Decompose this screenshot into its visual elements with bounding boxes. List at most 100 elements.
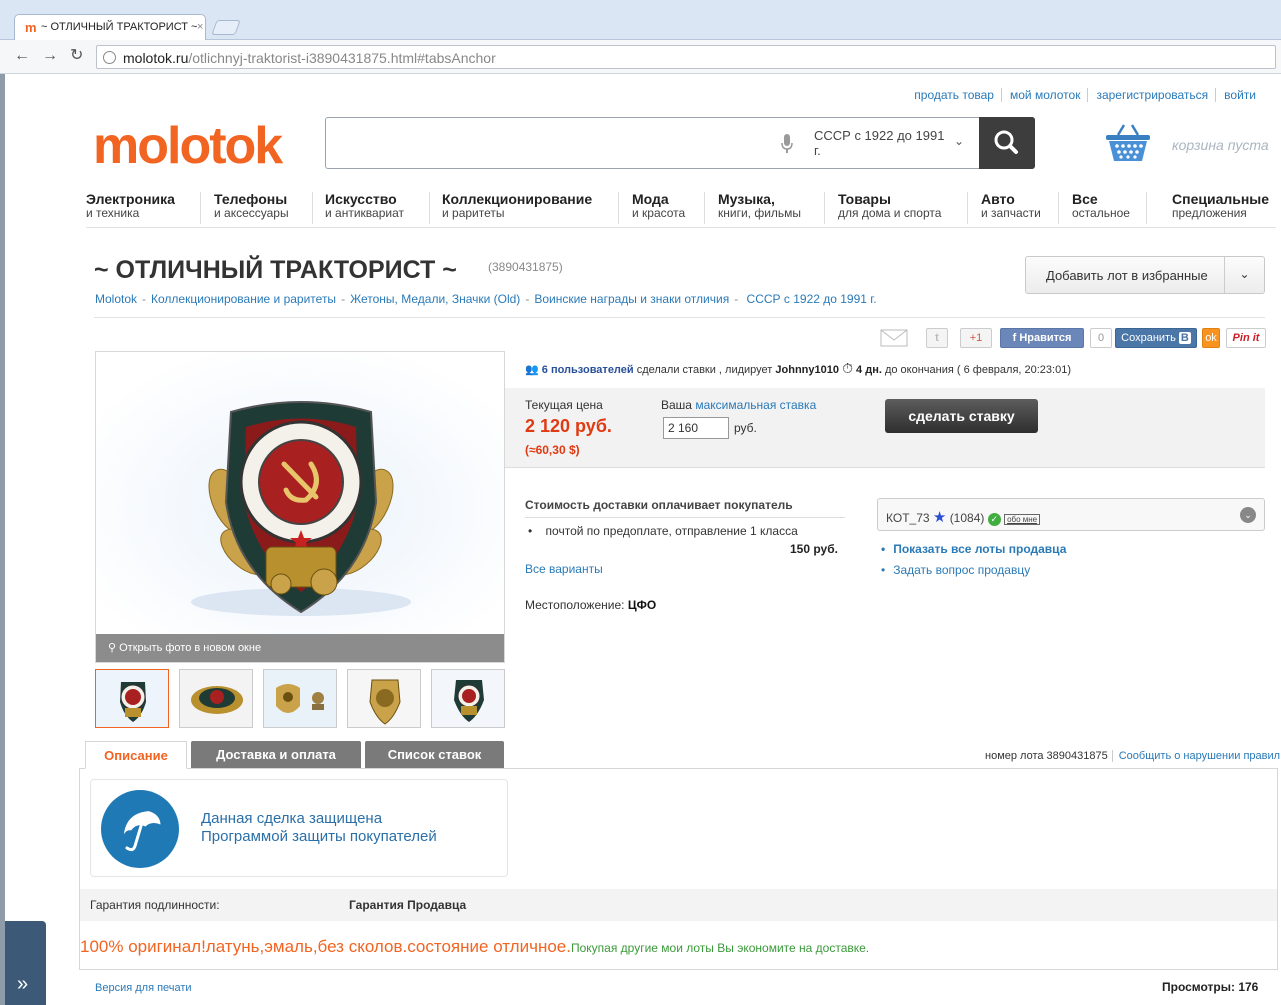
- chevron-down-icon[interactable]: ⌄: [954, 134, 964, 148]
- shipping-price: 150 руб.: [790, 542, 838, 556]
- pinit-button[interactable]: Pin it: [1226, 328, 1266, 348]
- users-icon: 👥: [525, 364, 539, 376]
- seller-rating: (1084): [949, 511, 985, 525]
- tab-description[interactable]: Описание: [85, 741, 187, 769]
- max-bid-link[interactable]: максимальная ставка: [695, 398, 816, 412]
- shipping-heading: Стоимость доставки оплачивает покупатель: [525, 498, 845, 518]
- close-icon[interactable]: ×: [197, 21, 203, 33]
- twitter-icon[interactable]: t: [926, 328, 948, 348]
- search-input[interactable]: [334, 130, 764, 156]
- new-tab-button[interactable]: [211, 20, 241, 35]
- url-path: /otlichnyj-traktorist-i3890431875.html#t…: [188, 50, 496, 66]
- sell-link[interactable]: продать товар: [906, 88, 994, 102]
- star-icon: ★: [932, 509, 947, 526]
- report-link[interactable]: Сообщить о нарушении правил: [1111, 750, 1281, 762]
- show-seller-lots-link[interactable]: Показать все лоты продавца: [881, 542, 1066, 556]
- breadcrumb-item[interactable]: Жетоны, Медали, Значки (Old): [350, 292, 520, 306]
- seller-box[interactable]: КОТ_73 ★ (1084) ✓ обо мне ⌄: [877, 498, 1265, 531]
- globe-icon: [103, 51, 116, 64]
- microphone-icon[interactable]: [781, 134, 793, 154]
- all-options-link[interactable]: Все варианты: [525, 562, 603, 576]
- breadcrumb-item[interactable]: СССР с 1922 до 1991 г.: [747, 292, 877, 306]
- search-button[interactable]: [979, 117, 1035, 169]
- breadcrumb-item[interactable]: Воинские награды и знаки отличия: [534, 292, 729, 306]
- category-phones[interactable]: Телефоны и аксессуары: [214, 192, 289, 220]
- verified-icon: ✓: [987, 513, 1001, 526]
- expand-panel-button[interactable]: »: [5, 921, 46, 1005]
- tab-shipping[interactable]: Доставка и оплата: [191, 741, 361, 769]
- browser-toolbar: ← → ↻ molotok.ru/otlichnyj-traktorist-i3…: [0, 40, 1281, 74]
- timer-icon: ⏱: [842, 360, 853, 376]
- category-other[interactable]: Все остальное: [1072, 192, 1130, 220]
- guarantee-value: Гарантия Продавца: [349, 898, 467, 912]
- umbrella-icon: [101, 790, 179, 868]
- search-box: СССР с 1922 до 1991 г. ⌄: [325, 117, 1035, 169]
- tab-bids[interactable]: Список ставок: [365, 741, 504, 769]
- open-photo-link[interactable]: ⚲ Открыть фото в новом окне: [96, 634, 504, 662]
- category-nav: Электроника и техника Телефоны и аксессуар…: [86, 192, 1276, 228]
- bid-amount-input[interactable]: 2 160: [663, 417, 729, 439]
- email-icon[interactable]: [880, 328, 908, 348]
- print-version-link[interactable]: Версия для печати: [95, 982, 192, 994]
- search-icon: ⚲: [108, 642, 120, 654]
- place-bid-button[interactable]: сделать ставку: [885, 399, 1038, 433]
- search-icon: [994, 130, 1018, 154]
- reload-icon[interactable]: ↻: [70, 48, 83, 64]
- current-price: 2 120 руб.: [525, 416, 612, 436]
- register-link[interactable]: зарегистрироваться: [1087, 88, 1209, 102]
- back-icon[interactable]: ←: [14, 48, 30, 64]
- odnoklassniki-icon[interactable]: ok: [1202, 328, 1220, 348]
- forward-icon[interactable]: →: [42, 48, 58, 64]
- shipping-method: • почтой по предоплате, отправление 1 кл…: [528, 524, 798, 538]
- thumbnail[interactable]: [431, 669, 505, 728]
- about-me-badge[interactable]: обо мне: [1004, 514, 1041, 525]
- browser-tab[interactable]: m ~ ОТЛИЧНЫЙ ТРАКТОРИСТ ~ ×: [14, 14, 206, 41]
- category-special[interactable]: Специальные предложения: [1172, 192, 1269, 220]
- cart-label[interactable]: корзина пуста: [1172, 137, 1269, 153]
- leader-name[interactable]: Johnny1010: [775, 364, 839, 376]
- views-count: Просмотры: 176: [1162, 980, 1259, 994]
- category-art[interactable]: Искусство и антиквариат: [325, 192, 404, 220]
- your-bid-label: Ваша максимальная ставка: [661, 398, 817, 412]
- thumbnail[interactable]: [347, 669, 421, 728]
- top-links: продать товар мой молоток зарегистрировать…: [899, 88, 1256, 102]
- login-link[interactable]: войти: [1215, 88, 1256, 102]
- like-button[interactable]: f Нравится: [1000, 328, 1084, 348]
- category-auto[interactable]: Авто и запчасти: [981, 192, 1041, 220]
- divider: [94, 317, 1265, 318]
- badge-image: [96, 352, 504, 636]
- buyer-protection-box[interactable]: Данная сделка защищена Программой защиты …: [90, 779, 508, 877]
- guarantee-row: Гарантия подлинности: Гарантия Продавца: [80, 889, 1277, 921]
- category-music[interactable]: Музыка, книги, фильмы: [718, 192, 801, 220]
- my-molotok-link[interactable]: мой молоток: [1000, 88, 1081, 102]
- thumbnail[interactable]: [95, 669, 169, 728]
- basket-icon[interactable]: [1104, 123, 1152, 163]
- ask-seller-link[interactable]: Задать вопрос продавцу: [881, 563, 1030, 577]
- main-photo[interactable]: ⚲ Открыть фото в новом окне: [95, 351, 505, 663]
- thumbnail[interactable]: [263, 669, 337, 728]
- favicon-icon: m: [25, 20, 37, 35]
- category-electronics[interactable]: Электроника и техника: [86, 192, 175, 220]
- site-logo[interactable]: molotok: [93, 118, 283, 174]
- lot-number: номер лота 3890431875 Сообщить о нарушени…: [985, 750, 1281, 762]
- category-collecting[interactable]: Коллекционирование и раритеты: [442, 192, 592, 220]
- category-home[interactable]: Товары для дома и спорта: [838, 192, 941, 220]
- tab-panel: Данная сделка защищена Программой защиты …: [79, 768, 1278, 970]
- category-fashion[interactable]: Мода и красота: [632, 192, 685, 220]
- search-category-select[interactable]: СССР с 1922 до 1991 г.: [814, 128, 954, 158]
- breadcrumb-item[interactable]: Molotok: [95, 292, 137, 306]
- chevron-down-icon[interactable]: ⌄: [1224, 257, 1264, 293]
- lot-description: 100% оригинал!латунь,эмаль,без сколов.со…: [80, 937, 870, 956]
- chevron-down-icon[interactable]: ⌄: [1240, 507, 1256, 523]
- gplus-button[interactable]: +1: [960, 328, 992, 348]
- bidders-link[interactable]: 6 пользователей: [542, 364, 634, 376]
- address-bar[interactable]: molotok.ru/otlichnyj-traktorist-i3890431…: [96, 45, 1276, 69]
- url-host: molotok.ru: [123, 50, 189, 66]
- seller-name[interactable]: КОТ_73: [886, 511, 930, 525]
- price-box: Текущая цена 2 120 руб. (≈60,30 $) Ваша …: [505, 388, 1265, 468]
- thumbnail[interactable]: [179, 669, 253, 728]
- breadcrumb-item[interactable]: Коллекционирование и раритеты: [151, 292, 336, 306]
- save-button[interactable]: Сохранить B: [1115, 328, 1197, 348]
- browser-tab-bar: m ~ ОТЛИЧНЫЙ ТРАКТОРИСТ ~ ×: [0, 0, 1281, 41]
- add-to-favorites-button[interactable]: Добавить лот в избранные ⌄: [1025, 256, 1265, 294]
